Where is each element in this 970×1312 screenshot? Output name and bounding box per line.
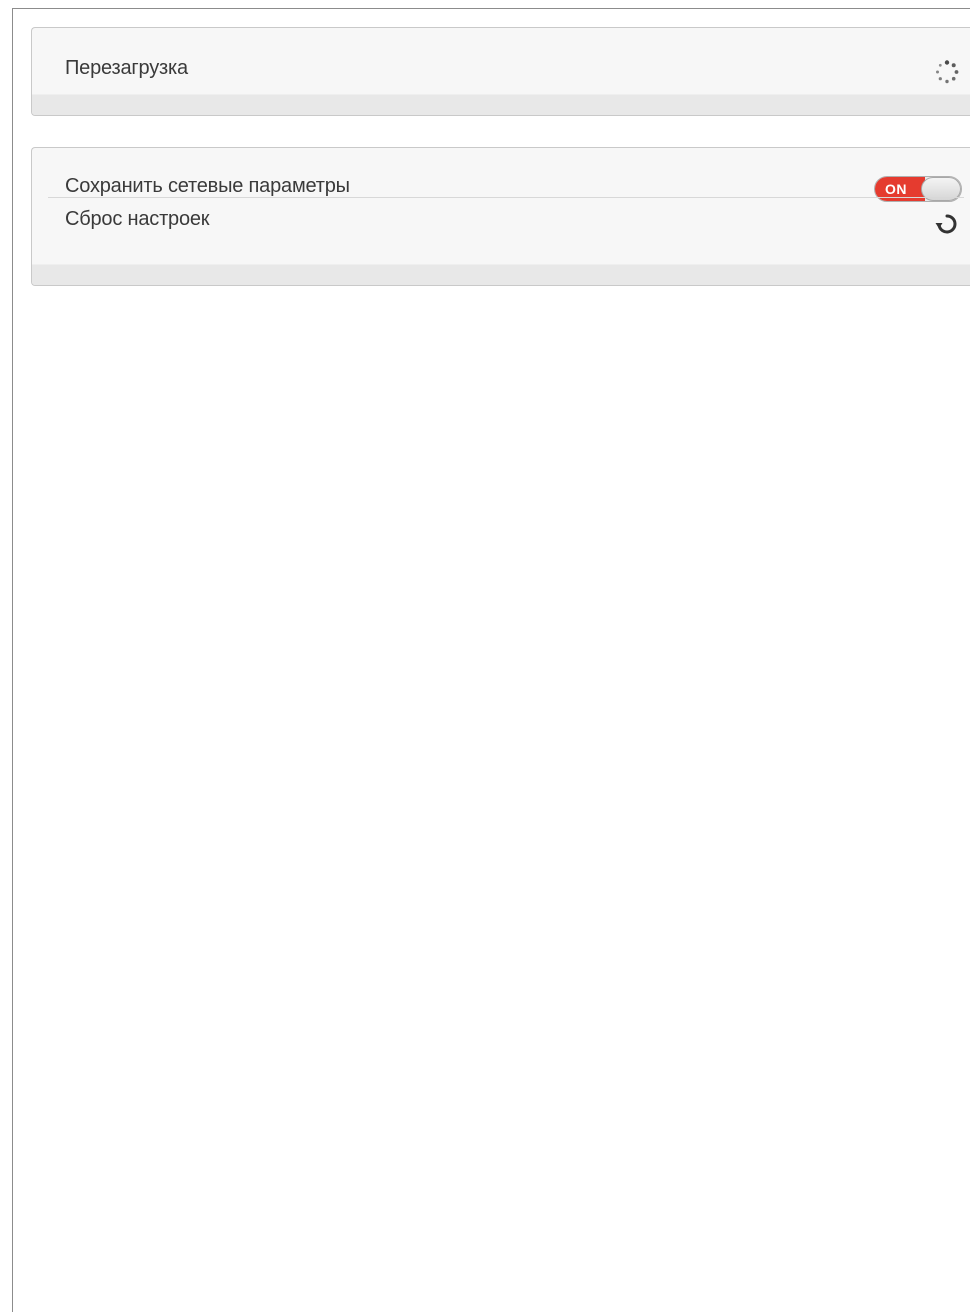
spinner-icon[interactable] bbox=[934, 59, 960, 85]
panel-footer bbox=[32, 264, 970, 285]
reboot-panel: Перезагрузка bbox=[31, 27, 970, 116]
panel-footer bbox=[32, 94, 970, 115]
reset-icon[interactable] bbox=[934, 211, 960, 237]
reboot-row[interactable]: Перезагрузка bbox=[48, 28, 964, 95]
content-frame: Перезагрузка Сохранить сетевые параметры bbox=[12, 8, 970, 1312]
reset-row[interactable]: Сброс настроек bbox=[48, 197, 964, 247]
reboot-label: Перезагрузка bbox=[65, 57, 188, 79]
reset-label: Сброс настроек bbox=[65, 208, 210, 230]
save-network-label: Сохранить сетевые параметры bbox=[65, 175, 350, 197]
settings-panel: Сохранить сетевые параметры ON Сброс нас… bbox=[31, 147, 970, 286]
save-network-row: Сохранить сетевые параметры ON bbox=[48, 148, 964, 202]
